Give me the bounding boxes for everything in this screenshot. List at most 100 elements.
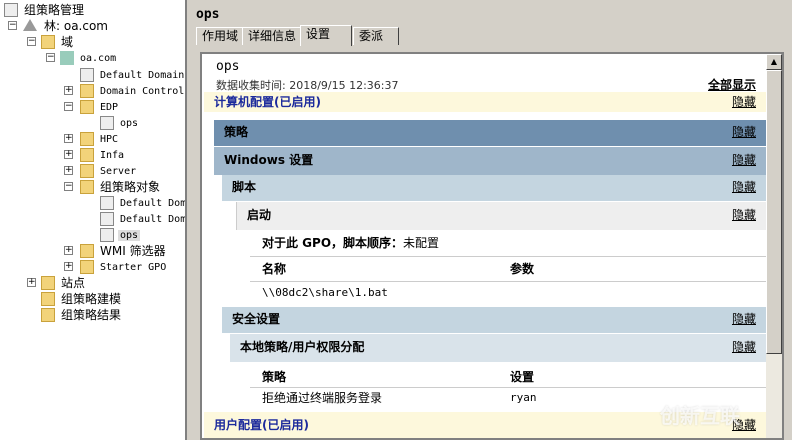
tab-delegation[interactable]: 委派 — [353, 27, 399, 45]
rights-policy: 拒绝通过终端服务登录 — [262, 391, 383, 405]
windows-settings-header: Windows 设置 隐藏 — [214, 147, 766, 175]
section-title: 脚本 — [232, 180, 257, 194]
script-order-label: 对于此 GPO，脚本顺序： — [262, 236, 404, 250]
hide-link[interactable]: 隐藏 — [732, 92, 756, 112]
tree-item-selected[interactable]: ops — [100, 227, 141, 243]
gpo-link-icon — [100, 116, 114, 130]
hide-link[interactable]: 隐藏 — [732, 202, 756, 228]
ou-folder-icon — [80, 100, 94, 114]
expand-icon[interactable]: + — [64, 134, 73, 143]
rights-setting: ryan — [510, 391, 537, 404]
collapse-icon[interactable]: − — [64, 182, 73, 191]
tree-root[interactable]: 组策略管理 — [4, 2, 84, 18]
tree-item[interactable]: − EDP — [64, 99, 118, 115]
tree-item[interactable]: ops — [100, 115, 138, 131]
ou-folder-icon — [80, 164, 94, 178]
script-col-params: 参数 — [510, 262, 535, 276]
divider — [250, 256, 766, 257]
expand-icon[interactable]: + — [64, 150, 73, 159]
collected-time: 数据收集时间: 2018/9/15 12:36:37 — [216, 79, 399, 92]
section-title: 计算机配置(已启用) — [214, 95, 321, 109]
tree-forest[interactable]: − 林: oa.com — [8, 18, 108, 34]
show-all-link[interactable]: 全部显示 — [708, 76, 756, 93]
hide-link[interactable]: 隐藏 — [732, 334, 756, 360]
domains-icon — [41, 35, 55, 49]
user-rights-header: 本地策略/用户权限分配 隐藏 — [230, 334, 766, 362]
scripts-header: 脚本 隐藏 — [222, 175, 766, 201]
script-order: 对于此 GPO，脚本顺序：未配置 — [262, 232, 439, 254]
security-header: 安全设置 隐藏 — [222, 307, 766, 333]
tab-details[interactable]: 详细信息 — [242, 27, 303, 45]
tree-results[interactable]: 组策略结果 — [41, 307, 121, 323]
section-title: Windows 设置 — [224, 153, 314, 167]
ou-folder-icon — [80, 132, 94, 146]
domain-icon — [60, 51, 74, 65]
wmi-filter-icon — [80, 244, 94, 258]
tree-item[interactable]: + Infa — [64, 147, 124, 163]
policies-header: 策略 隐藏 — [214, 120, 766, 146]
expand-icon[interactable]: + — [64, 166, 73, 175]
tree-domains[interactable]: − 域 — [27, 34, 73, 50]
hide-link[interactable]: 隐藏 — [732, 307, 756, 331]
section-title: 用户配置(已启用) — [214, 418, 309, 432]
tree-item[interactable]: + WMI 筛选器 — [64, 243, 166, 259]
script-path: \\08dc2\share\1.bat — [262, 286, 388, 299]
tree-modeling[interactable]: 组策略建模 — [41, 291, 121, 307]
tree-item[interactable]: Default Dom — [100, 195, 185, 211]
collapse-icon[interactable]: − — [27, 37, 36, 46]
tree-domain[interactable]: − oa.com — [46, 50, 116, 66]
section-title: 策略 — [224, 125, 249, 139]
expand-icon[interactable]: + — [64, 86, 73, 95]
collapse-icon[interactable]: − — [64, 102, 73, 111]
ou-folder-icon — [80, 84, 94, 98]
startup-header: 启动 隐藏 — [236, 202, 766, 230]
gpmc-icon — [4, 3, 18, 17]
section-title: 安全设置 — [232, 312, 281, 326]
gpo-link-icon — [80, 68, 94, 82]
gpo-icon — [100, 212, 114, 226]
tree-item[interactable]: Default Domain — [80, 67, 184, 83]
section-title: 本地策略/用户权限分配 — [240, 340, 365, 354]
forest-icon — [23, 19, 37, 31]
tab-scope[interactable]: 作用域 — [196, 27, 245, 45]
expand-icon[interactable]: + — [27, 278, 36, 287]
tree-item[interactable]: + Domain Control — [64, 83, 184, 99]
modeling-icon — [41, 292, 55, 306]
gpo-folder-icon — [80, 180, 94, 194]
gpo-name: ops — [216, 59, 240, 74]
results-icon — [41, 308, 55, 322]
collapse-icon[interactable]: − — [46, 53, 55, 62]
scroll-thumb[interactable] — [766, 70, 782, 354]
tree-sites[interactable]: + 站点 — [27, 275, 85, 291]
script-col-name: 名称 — [262, 262, 287, 276]
vertical-scrollbar[interactable]: ▲ — [766, 54, 782, 438]
scroll-up-icon[interactable]: ▲ — [766, 54, 782, 70]
ou-folder-icon — [80, 148, 94, 162]
tree-item[interactable]: Default Dom — [100, 211, 185, 227]
hide-link[interactable]: 隐藏 — [732, 175, 756, 199]
hide-link[interactable]: 隐藏 — [732, 120, 756, 144]
rights-col-policy: 策略 — [262, 370, 287, 384]
sites-icon — [41, 276, 55, 290]
watermark: 创新互联 — [660, 404, 740, 428]
expand-icon[interactable]: + — [64, 246, 73, 255]
rights-col-setting: 设置 — [510, 370, 535, 384]
page-title: ops — [196, 7, 220, 22]
tree-item[interactable]: + HPC — [64, 131, 118, 147]
starter-gpo-icon — [80, 260, 94, 274]
tab-settings[interactable]: 设置 — [300, 25, 352, 46]
computer-config-header: 计算机配置(已启用) 隐藏 — [204, 92, 766, 112]
gpo-icon — [100, 196, 114, 210]
console-tree[interactable]: 组策略管理 − 林: oa.com − 域 − oa.com Default Doma… — [0, 0, 187, 440]
tree-item[interactable]: + Server — [64, 163, 136, 179]
details-pane: ops 作用域 详细信息 设置 委派 ops 数据收集时间: 2018/9/15… — [190, 0, 792, 440]
expand-icon[interactable]: + — [64, 262, 73, 271]
collapse-icon[interactable]: − — [8, 21, 17, 30]
tree-item[interactable]: − 组策略对象 — [64, 179, 160, 195]
settings-report: ops 数据收集时间: 2018/9/15 12:36:37 全部显示 计算机配… — [200, 52, 784, 440]
hide-link[interactable]: 隐藏 — [732, 147, 756, 173]
section-title: 启动 — [247, 208, 272, 222]
tree-item[interactable]: + Starter GPO — [64, 259, 166, 275]
gpo-icon — [100, 228, 114, 242]
script-order-value: 未配置 — [403, 236, 440, 250]
